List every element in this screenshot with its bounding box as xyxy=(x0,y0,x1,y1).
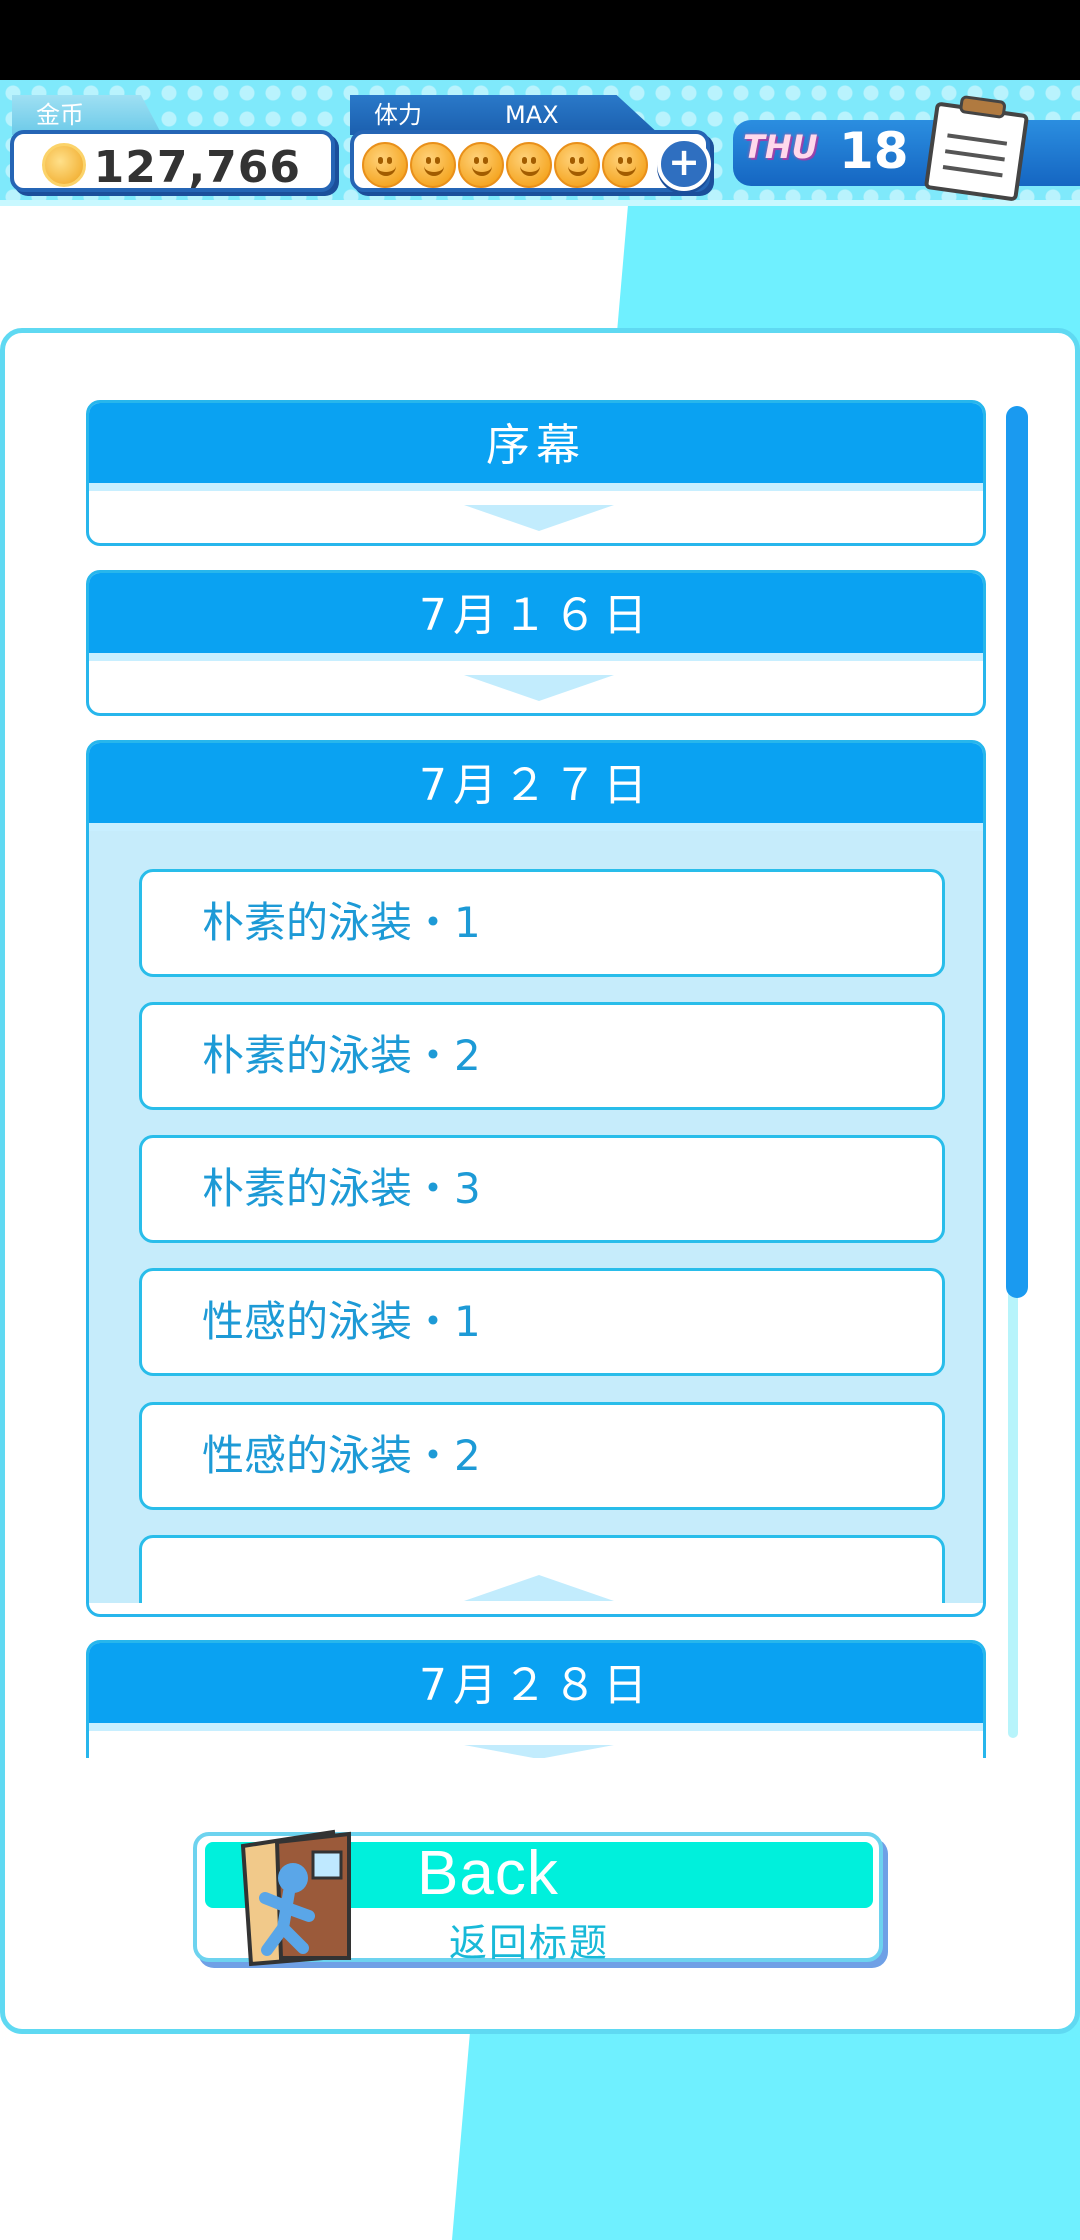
stamina-label-tab: 体力 MAX xyxy=(350,95,660,135)
add-stamina-button[interactable]: + xyxy=(657,137,711,191)
stamina-smiley-icon xyxy=(602,142,648,188)
chapter-0716[interactable]: 7月１６日 xyxy=(86,570,986,716)
stamina-smiley-icon xyxy=(506,142,552,188)
coins-counter: 127,766 xyxy=(10,130,335,193)
stamina-smiley-icon xyxy=(410,142,456,188)
chapter-title: 序幕 xyxy=(89,403,983,485)
stamina-smiley-icon xyxy=(362,142,408,188)
day-name: THU xyxy=(743,128,818,166)
back-button[interactable]: Back 返回标题 xyxy=(193,1829,883,1967)
episode-item[interactable]: 朴素的泳装・1 xyxy=(139,869,945,977)
chapter-prologue[interactable]: 序幕 xyxy=(86,400,986,546)
coins-value: 127,766 xyxy=(93,142,301,193)
stamina-max-label: MAX xyxy=(505,101,559,129)
notepad-icon[interactable] xyxy=(923,92,1037,205)
status-bar xyxy=(0,0,1080,80)
scrollbar-thumb[interactable] xyxy=(1006,406,1028,1298)
stamina-label: 体力 xyxy=(374,101,422,129)
episode-item[interactable]: 性感的泳装・1 xyxy=(139,1268,945,1376)
episode-item[interactable]: 朴素的泳装・2 xyxy=(139,1002,945,1110)
episode-item[interactable]: 朴素的泳装・3 xyxy=(139,1135,945,1243)
coins-label: 金币 xyxy=(12,95,162,135)
episode-item[interactable]: 性感的泳装・2 xyxy=(139,1402,945,1510)
exit-door-icon xyxy=(240,1829,351,1967)
day-number: 18 xyxy=(839,122,909,180)
chapter-title: 7月１６日 xyxy=(89,573,983,655)
chapter-0727[interactable]: 7月２７日 朴素的泳装・1 朴素的泳装・2 朴素的泳装・3 性感的泳装・1 性感… xyxy=(86,740,986,1617)
stamina-meter xyxy=(350,130,710,192)
chevron-down-icon xyxy=(464,1745,614,1758)
chapter-0728[interactable]: 7月２８日 xyxy=(86,1640,986,1758)
coin-icon xyxy=(42,143,86,187)
stamina-smiley-icon xyxy=(554,142,600,188)
chevron-down-icon xyxy=(464,505,614,531)
stamina-smiley-icon xyxy=(458,142,504,188)
back-button-subtitle: 返回标题 xyxy=(449,1921,610,1965)
chevron-down-icon xyxy=(464,675,614,701)
chapter-title: 7月２８日 xyxy=(89,1643,983,1725)
chapter-title: 7月２７日 xyxy=(89,743,983,825)
back-button-title: Back xyxy=(417,1839,559,1908)
episode-list: 朴素的泳装・1 朴素的泳装・2 朴素的泳装・3 性感的泳装・1 性感的泳装・2 xyxy=(89,831,983,1603)
